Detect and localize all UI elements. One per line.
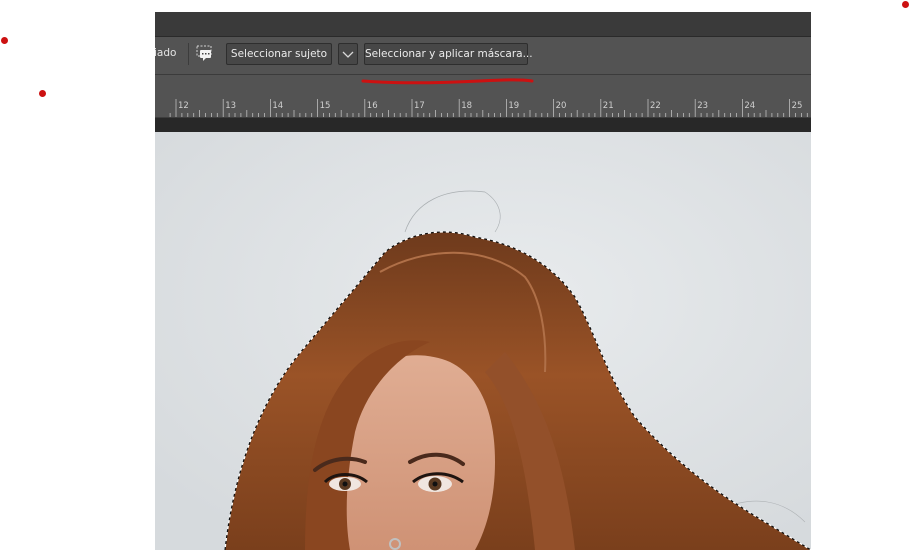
document-canvas[interactable] (155, 132, 811, 550)
ruler-tick-label: 22 (650, 101, 661, 111)
ruler-tick-label: 13 (225, 101, 237, 111)
speech-bubble-icon[interactable] (195, 43, 215, 65)
photo-image (155, 132, 811, 550)
ruler-tick-label: 12 (178, 101, 189, 111)
ruler-tick-label: 21 (602, 101, 614, 111)
ruler-ticks (169, 99, 808, 117)
annotation-dot (39, 90, 46, 97)
ruler-tick-label: 17 (414, 101, 425, 111)
horizontal-ruler[interactable]: 12 13 14 15 16 17 18 19 20 21 22 23 24 25 (155, 99, 811, 118)
ruler-tick-label: 23 (697, 101, 709, 111)
ruler-tick-label: 25 (791, 101, 803, 111)
ruler-tick-label: 15 (319, 101, 331, 111)
title-bar (155, 12, 811, 37)
ruler-tick-label: 14 (272, 101, 284, 111)
partial-option-label: iado (155, 47, 177, 59)
chevron-down-icon (342, 51, 354, 58)
annotation-dot (1, 37, 8, 44)
ruler-tick-label: 24 (744, 101, 756, 111)
select-subject-button[interactable]: Seleccionar sujeto (226, 43, 332, 65)
ruler-tick-label: 19 (508, 101, 520, 111)
select-subject-dropdown[interactable] (338, 43, 358, 65)
red-underline-annotation (361, 78, 534, 85)
annotation-dot (902, 1, 909, 8)
divider (188, 43, 189, 65)
photoshop-window: iado Seleccionar sujeto Seleccionar y ap… (155, 12, 811, 550)
options-bar: iado Seleccionar sujeto Seleccionar y ap… (155, 37, 811, 75)
ruler-tick-label: 16 (366, 101, 378, 111)
canvas-top-strip (155, 118, 811, 132)
ruler-tick-label: 18 (461, 101, 473, 111)
select-and-mask-button[interactable]: Seleccionar y aplicar máscara... (364, 43, 533, 65)
ruler-tick-label: 20 (555, 101, 567, 111)
